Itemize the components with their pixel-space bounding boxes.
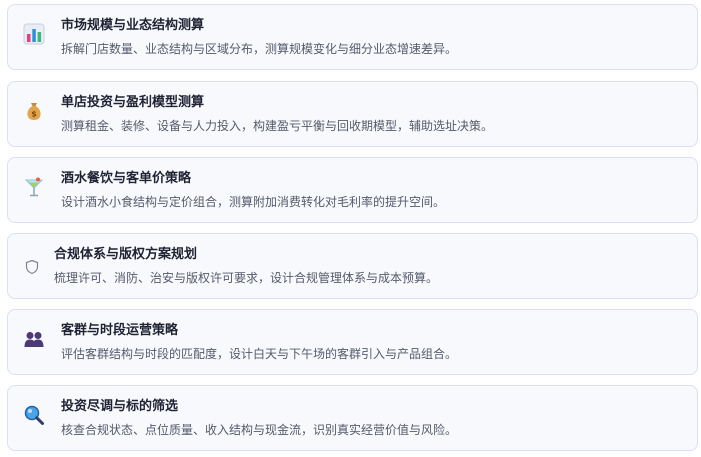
card-description: 设计酒水小食结构与定价组合，测算附加消费转化对毛利率的提升空间。 — [61, 195, 446, 209]
card-title: 市场规模与业态结构测算 — [61, 18, 205, 33]
card-title: 投资尽调与标的筛选 — [61, 399, 179, 414]
card-title: 合规体系与版权方案规划 — [54, 247, 198, 262]
card-customer-timeslot[interactable]: 客群与时段运营策略 评估客群结构与时段的匹配度，设计白天与下午场的客群引入与产品… — [7, 309, 698, 375]
card-title: 客群与时段运营策略 — [61, 323, 179, 338]
card-due-diligence[interactable]: 投资尽调与标的筛选 核查合规状态、点位质量、收入结构与现金流，识别真实经营价值与… — [7, 385, 698, 451]
service-card-list: 市场规模与业态结构测算 拆解门店数量、业态结构与区域分布，测算规模变化与细分业态… — [0, 0, 701, 457]
card-title: 单店投资与盈利模型测算 — [61, 95, 205, 110]
shield-icon — [24, 256, 40, 278]
card-description: 评估客群结构与时段的匹配度，设计白天与下午场的客群引入与产品组合。 — [61, 347, 458, 361]
card-beverage-pricing[interactable]: 酒水餐饮与客单价策略 设计酒水小食结构与定价组合，测算附加消费转化对毛利率的提升… — [7, 157, 698, 223]
card-description: 核查合规状态、点位质量、收入结构与现金流，识别真实经营价值与风险。 — [61, 423, 458, 437]
card-market-scale[interactable]: 市场规模与业态结构测算 拆解门店数量、业态结构与区域分布，测算规模变化与细分业态… — [7, 4, 698, 70]
card-title: 酒水餐饮与客单价策略 — [61, 171, 192, 186]
card-description: 梳理许可、消防、治安与版权许可要求，设计合规管理体系与成本预算。 — [54, 271, 439, 285]
cocktail-icon — [23, 176, 45, 198]
card-description: 拆解门店数量、业态结构与区域分布，测算规模变化与细分业态增速差异。 — [61, 42, 458, 56]
money-bag-icon: $ — [23, 100, 45, 122]
magnifier-icon — [23, 404, 45, 426]
card-compliance[interactable]: 合规体系与版权方案规划 梳理许可、消防、治安与版权许可要求，设计合规管理体系与成… — [7, 233, 698, 299]
card-store-investment[interactable]: $ 单店投资与盈利模型测算 测算租金、装修、设备与人力投入，构建盈亏平衡与回收期… — [7, 81, 698, 147]
bar-chart-icon — [23, 23, 45, 45]
svg-text:$: $ — [31, 110, 37, 119]
people-icon — [23, 328, 45, 350]
card-description: 测算租金、装修、设备与人力投入，构建盈亏平衡与回收期模型，辅助选址决策。 — [61, 119, 494, 133]
